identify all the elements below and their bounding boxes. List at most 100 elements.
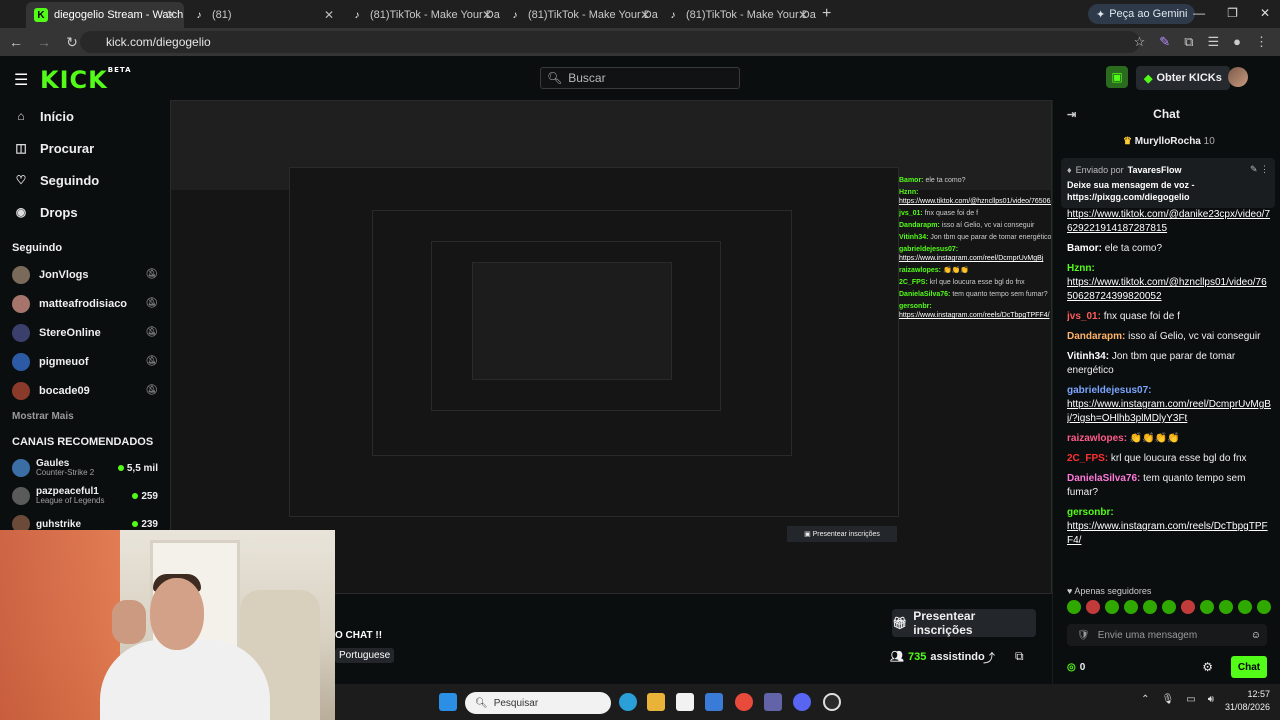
search-input[interactable]: 🔍︎ Buscar: [540, 67, 740, 89]
bookmark-icon[interactable]: ☆: [1134, 34, 1146, 50]
url-field[interactable]: kick.com/diegogelio: [80, 31, 1140, 53]
browser-tab[interactable]: ♪ (81)TikTok - Make Your Day ✕: [500, 2, 659, 28]
emote-icon[interactable]: [1238, 600, 1252, 614]
obs-icon[interactable]: [823, 693, 841, 711]
browser-tab[interactable]: ♪ (81)TikTok - Make Your Day ✕: [342, 2, 501, 28]
minimize-icon[interactable]: —: [1193, 6, 1205, 20]
close-window-icon[interactable]: ✕: [1260, 6, 1270, 20]
notification-off-icon[interactable]: 🔕︎: [145, 298, 158, 309]
top-gifter[interactable]: ♛ MurylloRocha 10: [1123, 136, 1215, 147]
language-badge[interactable]: Portuguese: [335, 648, 395, 663]
chat-username[interactable]: raizawlopes:: [1067, 433, 1127, 444]
tab-close-icon[interactable]: ✕: [324, 8, 334, 22]
chat-link[interactable]: https://www.instagram.com/reel/DcmprUvMg…: [1067, 399, 1271, 424]
chat-username[interactable]: jvs_01:: [1067, 311, 1101, 322]
chat-link[interactable]: https://www.tiktok.com/@danike23cpx/vide…: [1067, 209, 1270, 234]
emote-icon[interactable]: [1181, 600, 1195, 614]
emote-icon[interactable]: [1219, 600, 1233, 614]
new-tab-icon[interactable]: +: [822, 5, 831, 23]
chat-settings-icon[interactable]: ⚙: [1202, 660, 1213, 674]
teams-icon[interactable]: [764, 693, 782, 711]
emote-icon[interactable]: [1067, 600, 1081, 614]
hamburger-menu-icon[interactable]: ☰: [14, 70, 28, 90]
emote-icon[interactable]: [1143, 600, 1157, 614]
chat-username[interactable]: Hznn:: [1067, 263, 1095, 274]
emote-icon[interactable]: [1257, 600, 1271, 614]
emote-icon[interactable]: [1105, 600, 1119, 614]
chat-link[interactable]: https://www.tiktok.com/@hzncllps01/video…: [1067, 277, 1267, 302]
present-subs-button[interactable]: 🎁︎ Presentear inscrições: [892, 609, 1036, 637]
kick-wallet-icon[interactable]: ▣: [1106, 66, 1128, 88]
gemini-button[interactable]: ✦ Peça ao Gemini: [1088, 4, 1196, 24]
following-item[interactable]: bocade09 🔕︎: [0, 376, 170, 405]
file-explorer-icon[interactable]: [647, 693, 665, 711]
emote-icon[interactable]: [1200, 600, 1214, 614]
sidebar-item-drops[interactable]: ◉ Drops: [0, 196, 170, 228]
emote-icon[interactable]: [1124, 600, 1138, 614]
maximize-icon[interactable]: ❐: [1227, 6, 1238, 20]
following-item[interactable]: StereOnline 🔕︎: [0, 318, 170, 347]
chat-username[interactable]: gabrieldejesus07:: [1067, 385, 1151, 396]
chat-username[interactable]: Bamor:: [1067, 243, 1102, 254]
following-item[interactable]: pigmeuof 🔕︎: [0, 347, 170, 376]
profile-icon[interactable]: ●: [1233, 34, 1241, 50]
chat-username[interactable]: Dandarapm:: [1067, 331, 1125, 342]
pinned-message[interactable]: ♦ Enviado por TavaresFlow ✎ ⋮ Deixe sua men…: [1061, 158, 1275, 208]
clock[interactable]: 12:57 31/08/2026: [1225, 688, 1270, 714]
following-item[interactable]: matteafrodisiaco 🔕︎: [0, 289, 170, 318]
chat-username[interactable]: Vitinh34:: [1067, 351, 1109, 362]
sidebar-item-início[interactable]: ⌂ Início: [0, 100, 170, 132]
chat-link[interactable]: https://www.instagram.com/reels/DcTbpgTP…: [1067, 521, 1268, 546]
back-icon[interactable]: ←: [4, 34, 28, 50]
store-icon[interactable]: [676, 693, 694, 711]
sidebar-item-seguindo[interactable]: ♡ Seguindo: [0, 164, 170, 196]
tab-close-icon[interactable]: ✕: [798, 8, 808, 22]
extensions-icon[interactable]: ⧉: [1184, 34, 1193, 50]
emoji-icon[interactable]: ☺: [1251, 630, 1261, 641]
following-item[interactable]: JonVlogs 🔕︎: [0, 260, 170, 289]
tab-close-icon[interactable]: ✕: [166, 8, 176, 22]
share-icon[interactable]: ⤴: [983, 649, 995, 666]
tab-close-icon[interactable]: ✕: [482, 8, 492, 22]
edge-icon[interactable]: [619, 693, 637, 711]
tab-search-icon[interactable]: ☰: [1207, 34, 1219, 50]
discord-icon[interactable]: [793, 693, 811, 711]
start-icon[interactable]: [439, 693, 457, 711]
kick-logo[interactable]: KICKBETA: [40, 66, 132, 94]
collapse-chat-icon[interactable]: ⇥: [1067, 108, 1076, 121]
browser-tab[interactable]: ♪ (81) ✕: [184, 2, 342, 28]
taskbar-search[interactable]: 🔍︎ Pesquisar: [465, 692, 611, 714]
tray-arrow-icon[interactable]: ⌃: [1141, 694, 1149, 705]
sidebar-item-procurar[interactable]: ◫ Procurar: [0, 132, 170, 164]
kicks-balance[interactable]: ◎ 0: [1067, 662, 1085, 673]
notification-off-icon[interactable]: 🔕︎: [145, 385, 158, 396]
chat-username[interactable]: gersonbr:: [1067, 507, 1114, 518]
show-more-link[interactable]: Mostrar Mais: [0, 405, 170, 428]
notification-off-icon[interactable]: 🔕︎: [145, 356, 158, 367]
get-kicks-button[interactable]: ◆ Obter KICKs: [1136, 66, 1230, 90]
browser-tab[interactable]: ♪ (81)TikTok - Make Your Day ✕: [658, 2, 817, 28]
pen-icon[interactable]: ✎: [1159, 34, 1170, 50]
unpin-icon[interactable]: ✎ ⋮: [1250, 164, 1269, 175]
send-chat-button[interactable]: Chat: [1231, 656, 1267, 678]
emote-icon[interactable]: [1162, 600, 1176, 614]
recommended-item[interactable]: Gaules Counter-Strike 2 5,5 mil: [0, 454, 170, 482]
chat-input[interactable]: 🛡︎ Envie uma mensagem ☺: [1067, 624, 1267, 646]
browser-tab[interactable]: Kdiegogelio Stream - Watch Live✕: [26, 2, 184, 28]
notification-off-icon[interactable]: 🔕︎: [145, 269, 158, 280]
chat-username[interactable]: 2C_FPS:: [1067, 453, 1108, 464]
chat-username[interactable]: DanielaSilva76:: [1067, 473, 1140, 484]
notification-off-icon[interactable]: 🔕︎: [145, 327, 158, 338]
tab-close-icon[interactable]: ✕: [640, 8, 650, 22]
stream-player[interactable]: Bamor: ele ta como? Hznn: https://www.ti…: [170, 100, 1052, 594]
chrome-icon[interactable]: [735, 693, 753, 711]
menu-icon[interactable]: ⋮: [1255, 34, 1268, 50]
emote-icon[interactable]: [1086, 600, 1100, 614]
user-avatar[interactable]: [1228, 67, 1248, 87]
microphone-icon[interactable]: 🎙︎: [1162, 694, 1175, 705]
monitor-icon[interactable]: ▭: [1186, 694, 1195, 705]
app-icon[interactable]: [705, 693, 723, 711]
volume-icon[interactable]: 🔊︎: [1208, 694, 1214, 705]
recommended-item[interactable]: pazpeaceful1 League of Legends 259: [0, 482, 170, 510]
forward-icon[interactable]: →: [32, 34, 56, 50]
